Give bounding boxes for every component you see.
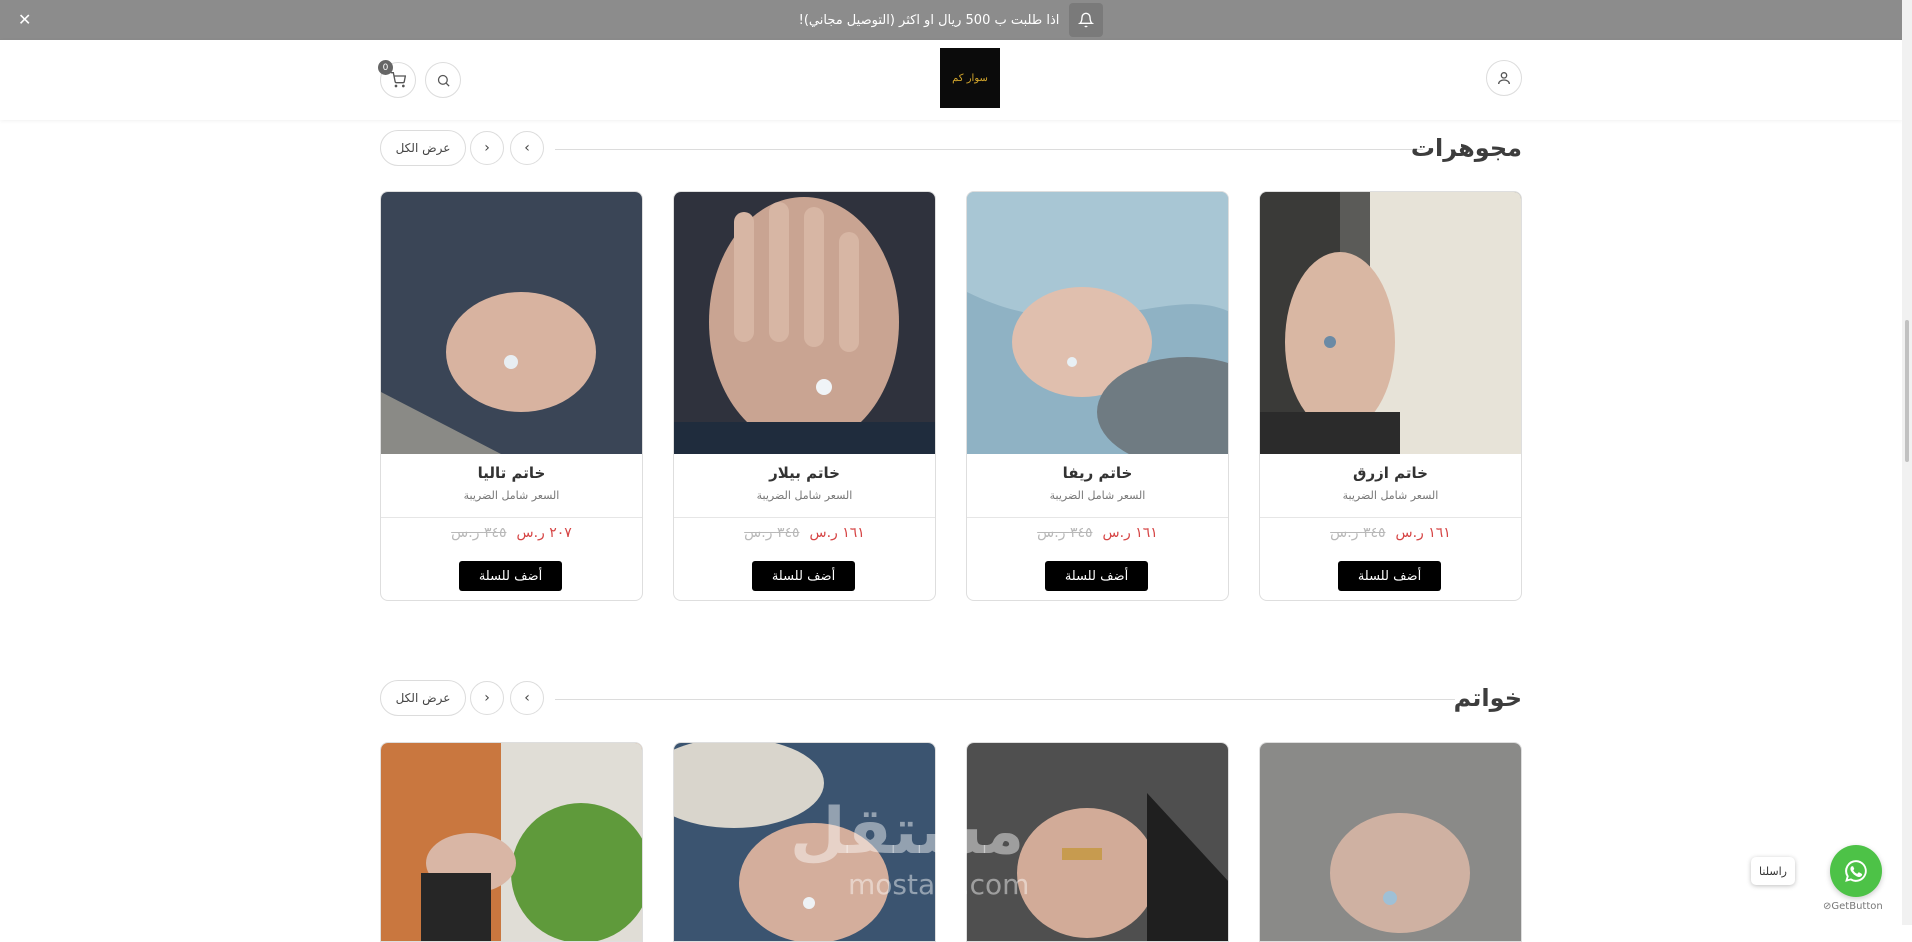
product-card[interactable]: خاتم تاليا السعر شامل الضريبة ٢٠٧ ر.س ٣٤… [380, 191, 643, 601]
product-card[interactable]: خاتم ريفا السعر شامل الضريبة ١٦١ ر.س ٣٤٥… [966, 191, 1229, 601]
product-name[interactable]: خاتم ريفا [967, 464, 1228, 482]
sale-price: ١٦١ ر.س [1395, 525, 1451, 541]
view-all-button[interactable]: عرض الكل [380, 680, 466, 716]
account-button[interactable] [1486, 60, 1522, 96]
chevron-right-icon: › [484, 690, 490, 706]
tax-note: السعر شامل الضريبة [463, 489, 560, 502]
getbutton-credit[interactable]: ⊘GetButton [1823, 901, 1883, 912]
product-image[interactable] [674, 192, 935, 454]
price-row: ١٦١ ر.س ٣٤٥ ر.س [674, 525, 935, 541]
whatsapp-button[interactable] [1830, 845, 1882, 897]
cart-button[interactable]: 0 [378, 60, 416, 98]
product-image[interactable] [1260, 192, 1521, 454]
old-price: ٣٤٥ ر.س [451, 525, 507, 541]
scrollbar-thumb[interactable] [1905, 320, 1909, 462]
add-to-cart-button[interactable]: أضف للسلة [1045, 561, 1148, 591]
card-divider [967, 517, 1228, 518]
whatsapp-label[interactable]: راسلنا [1751, 857, 1795, 885]
logo-text: سوار كم [952, 72, 988, 84]
product-name[interactable]: خاتم ازرق [1260, 464, 1521, 482]
old-price: ٣٤٥ ر.س [1037, 525, 1093, 541]
announcement-text: اذا طلبت ب 500 ريال او اكثر (التوصيل مجا… [798, 12, 1060, 28]
product-image[interactable] [967, 192, 1228, 454]
sale-price: ١٦١ ر.س [1102, 525, 1158, 541]
card-divider [674, 517, 935, 518]
next-arrow-button[interactable]: › [470, 131, 504, 165]
chevron-left-icon: ‹ [524, 140, 530, 156]
close-announcement-button[interactable]: ✕ [18, 10, 31, 30]
price-row: ١٦١ ر.س ٣٤٥ ر.س [1260, 525, 1521, 541]
sale-price: ٢٠٧ ر.س [516, 525, 572, 541]
chevron-left-icon: ‹ [524, 690, 530, 706]
tax-note: السعر شامل الضريبة [1342, 489, 1439, 502]
product-name[interactable]: خاتم تاليا [381, 464, 642, 482]
section-title: مجوهرات [1410, 134, 1522, 162]
card-divider [381, 517, 642, 518]
cart-icon [390, 72, 406, 88]
bell-icon [1069, 3, 1104, 37]
product-image[interactable] [381, 192, 642, 454]
getbutton-text: GetButton [1831, 901, 1883, 912]
announcement-bar: ✕ اذا طلبت ب 500 ريال او اكثر (التوصيل م… [0, 0, 1902, 40]
watermark: mostaql.com [848, 868, 1030, 901]
search-icon [437, 74, 450, 87]
sale-price: ١٦١ ر.س [809, 525, 865, 541]
chevron-right-icon: › [484, 140, 490, 156]
section-jewelry-header: عرض الكل › ‹ مجوهرات [380, 130, 1522, 170]
add-to-cart-button[interactable]: أضف للسلة [459, 561, 562, 591]
whatsapp-icon [1845, 860, 1867, 882]
site-header: 0 سوار كم [0, 40, 1902, 120]
section-divider [555, 699, 1455, 700]
product-image[interactable] [380, 742, 643, 942]
product-image[interactable] [1259, 742, 1522, 942]
price-row: ٢٠٧ ر.س ٣٤٥ ر.س [381, 525, 642, 541]
section-rings-header: عرض الكل › ‹ خواتم [380, 680, 1522, 720]
tax-note: السعر شامل الضريبة [756, 489, 853, 502]
next-arrow-button[interactable]: › [470, 681, 504, 715]
add-to-cart-button[interactable]: أضف للسلة [1338, 561, 1441, 591]
old-price: ٣٤٥ ر.س [744, 525, 800, 541]
site-logo[interactable]: سوار كم [940, 48, 1000, 108]
cart-count-badge: 0 [378, 60, 393, 75]
section-divider [555, 149, 1423, 150]
product-card[interactable]: خاتم ازرق السعر شامل الضريبة ١٦١ ر.س ٣٤٥… [1259, 191, 1522, 601]
view-all-button[interactable]: عرض الكل [380, 130, 466, 166]
tax-note: السعر شامل الضريبة [1049, 489, 1146, 502]
price-row: ١٦١ ر.س ٣٤٥ ر.س [967, 525, 1228, 541]
product-card[interactable]: خاتم بيلار السعر شامل الضريبة ١٦١ ر.س ٣٤… [673, 191, 936, 601]
user-icon [1498, 72, 1510, 85]
add-to-cart-button[interactable]: أضف للسلة [752, 561, 855, 591]
prev-arrow-button[interactable]: ‹ [510, 131, 544, 165]
section-title: خواتم [1453, 684, 1522, 712]
search-button[interactable] [425, 62, 461, 98]
scrollbar-track[interactable] [1902, 0, 1912, 925]
product-name[interactable]: خاتم بيلار [674, 464, 935, 482]
old-price: ٣٤٥ ر.س [1330, 525, 1386, 541]
prev-arrow-button[interactable]: ‹ [510, 681, 544, 715]
card-divider [1260, 517, 1521, 518]
watermark: مستقل [790, 795, 1025, 869]
